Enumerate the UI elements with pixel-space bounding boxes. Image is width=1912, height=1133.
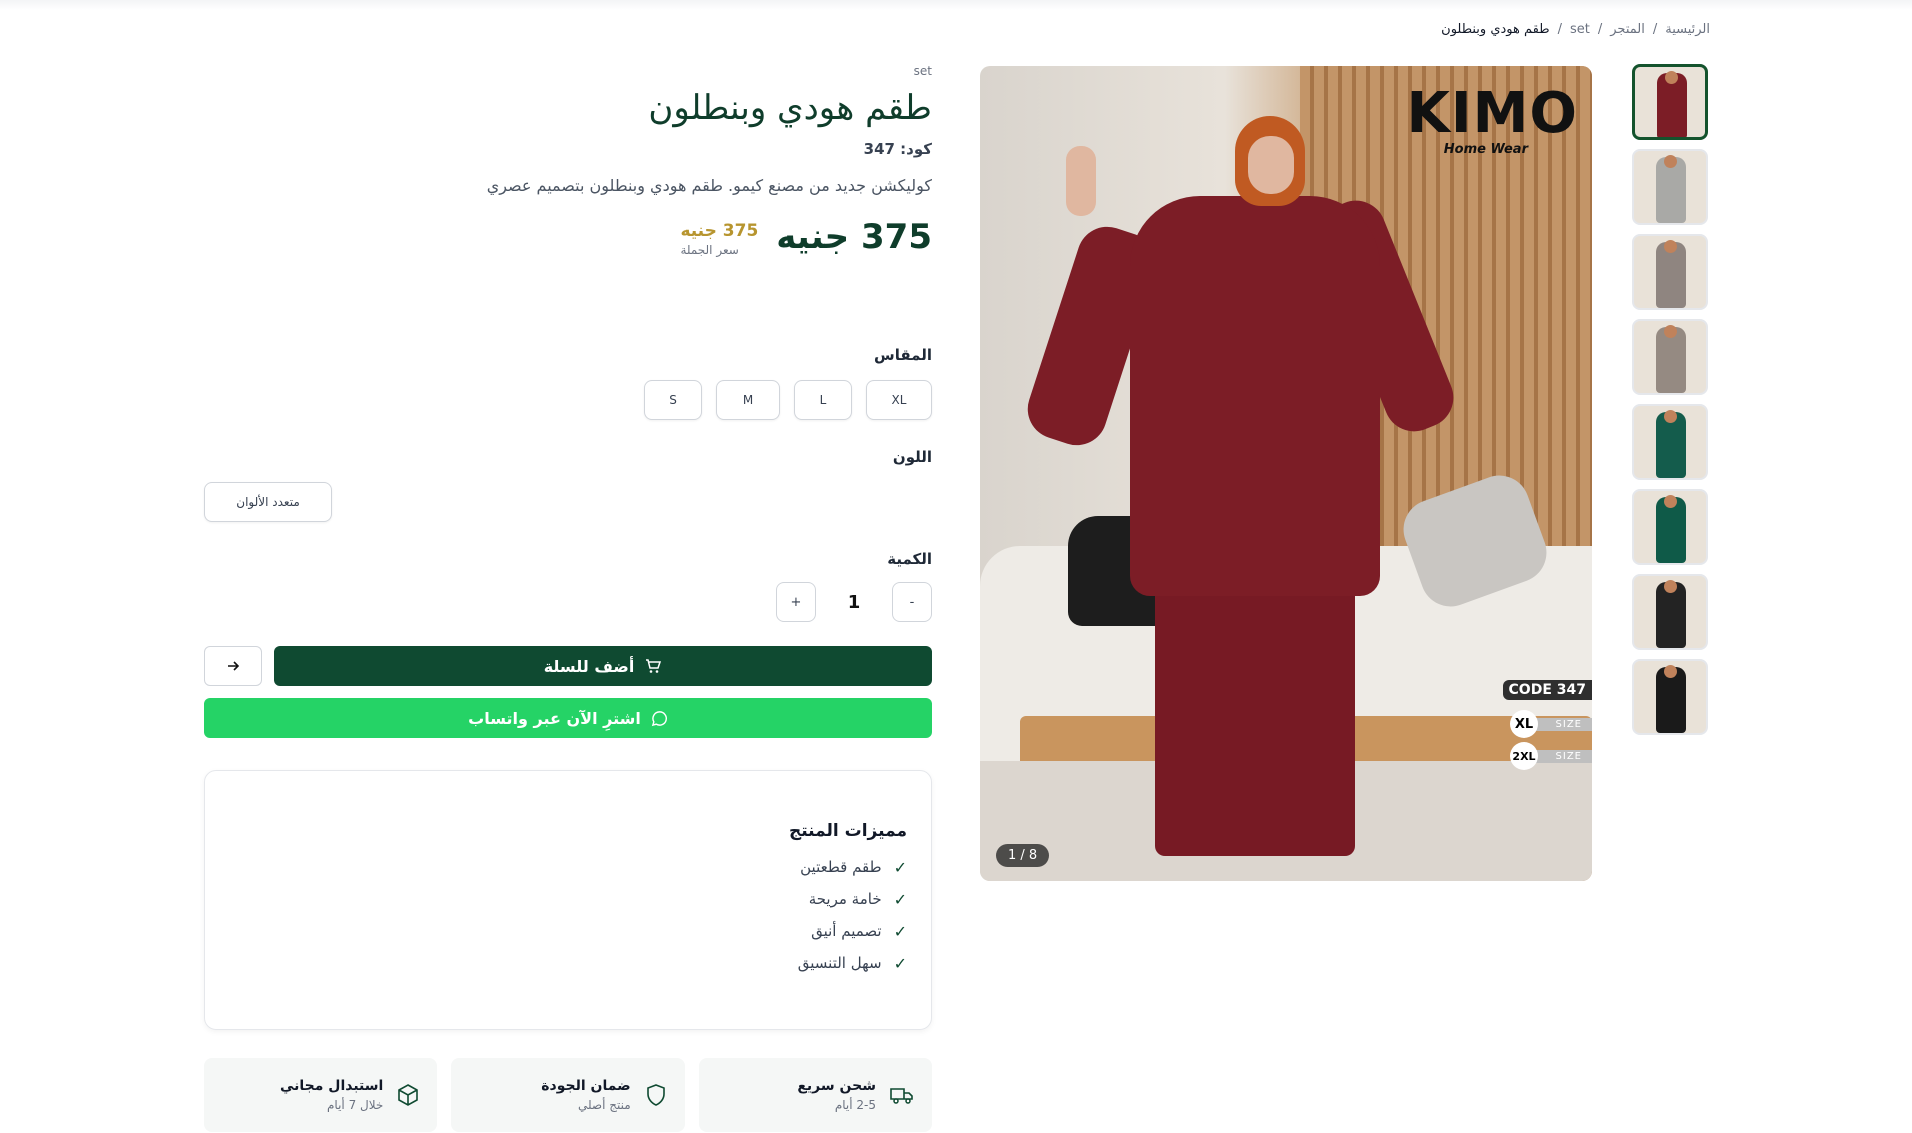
thumbnail[interactable] [1632,404,1708,480]
quantity-value[interactable]: 1 [838,592,870,613]
feature-item: ✓ سهل التنسيق [205,947,907,979]
breadcrumb-home[interactable]: الرئيسية [1665,22,1710,37]
quantity-decrease-button[interactable]: - [892,582,932,622]
check-icon: ✓ [893,953,907,973]
feature-item: ✓ تصميم أنيق [205,915,907,947]
size-circle-xl: XL [1510,710,1538,738]
product-price: 375 جنيه [776,217,932,257]
image-model-hand [1066,146,1096,216]
features-list: ✓ طقم قطعتين ✓ خامة مريحة ✓ تصميم أنيق ✓ سهل… [205,851,907,979]
perk-title: ضمان الجودة [541,1078,631,1094]
check-icon: ✓ [893,857,907,877]
feature-text: تصميم أنيق [811,922,882,940]
features-title: مميزات المنتج [788,821,907,841]
feature-text: خامة مريحة [808,890,882,908]
features-card: مميزات المنتج ✓ طقم قطعتين ✓ خامة مريحة ✓ ت… [204,770,932,1030]
thumbnail-head [1665,71,1678,84]
product-description: كوليكشن جديد من مصنع كيمو. طقم هودي وبنط… [486,176,932,195]
cart-icon [646,659,662,673]
size-option-xl[interactable]: XL [866,380,932,420]
size-label: المقاس [874,346,932,364]
shield-icon [646,1084,665,1106]
breadcrumb-category[interactable]: set [1570,22,1590,37]
main-product-image[interactable]: KIMO Home Wear CODE 347 SIZE XL SIZE 2XL… [980,66,1592,881]
size-option-s[interactable]: S [644,380,702,420]
thumbnail-head [1664,580,1677,593]
image-counter: 1 / 8 [996,844,1050,867]
header-shadow [0,0,1912,10]
perk-subtitle: منتج أصلي [577,1098,631,1112]
whatsapp-label: اشترِ الآن عبر واتساب [468,708,641,728]
price-row: 375 جنيه 375 جنيه سعر الجملة [204,217,932,257]
share-button[interactable] [204,646,262,686]
perk-title: شحن سريع [797,1078,876,1094]
thumbnail[interactable] [1632,319,1708,395]
product-title: طقم هودي وبنطلون [648,88,932,128]
thumbnail[interactable] [1632,64,1708,140]
wholesale-price-label: سعر الجملة [680,243,739,257]
truck-icon [890,1088,913,1104]
thumbnail[interactable] [1632,659,1708,735]
product-code: كود: 347 [863,140,932,158]
breadcrumb-separator: / [1652,22,1658,37]
breadcrumb-separator: / [1557,22,1562,37]
code-badge: CODE 347 [1502,680,1592,700]
check-icon: ✓ [893,921,907,941]
color-option-multicolor[interactable]: متعدد الألوان [204,482,332,522]
feature-item: ✓ خامة مريحة [205,883,907,915]
add-to-cart-button[interactable]: أضف للسلة [274,646,932,686]
size-option-m[interactable]: M [716,380,780,420]
thumbnail-head [1664,410,1677,423]
quantity-label: الكمية [887,550,932,568]
whatsapp-icon [651,710,667,726]
quantity-stepper: - 1 + [776,582,932,622]
color-label: اللون [892,448,932,466]
size-options: XL L M S [644,380,932,420]
check-icon: ✓ [893,889,907,909]
breadcrumb: الرئيسية / المتجر / set / طقم هودي وبنطل… [1441,22,1710,37]
image-model-face [1248,136,1294,194]
breadcrumb-shop[interactable]: المتجر [1610,22,1645,37]
feature-item: ✓ طقم قطعتين [205,851,907,883]
thumbnail-head [1664,325,1677,338]
color-options: متعدد الألوان [204,482,332,522]
product-category[interactable]: set [204,64,932,78]
product-info: set طقم هودي وبنطلون كود: 347 كوليكشن جد… [204,64,932,1132]
image-model-top [1130,196,1380,596]
perk-fast-shipping: شحن سريع 2-5 أيام [698,1058,932,1132]
whatsapp-buy-button[interactable]: اشترِ الآن عبر واتساب [204,698,932,738]
box-icon [398,1084,419,1106]
perks-row: شحن سريع 2-5 أيام ضمان الجودة منتج أصلي … [204,1058,932,1132]
thumbnail[interactable] [1632,149,1708,225]
thumbnail-list [1630,64,1710,744]
thumbnail[interactable] [1632,574,1708,650]
wholesale-price-value: 375 جنيه [680,221,759,241]
size-option-l[interactable]: L [794,380,852,420]
perk-title: استبدال مجاني [280,1078,384,1094]
image-model-pants [1155,586,1355,856]
thumbnail-head [1664,155,1677,168]
thumbnail[interactable] [1632,489,1708,565]
add-to-cart-label: أضف للسلة [543,656,635,676]
perk-subtitle: 2-5 أيام [834,1098,876,1112]
breadcrumb-separator: / [1597,22,1603,37]
size-circle-2xl: 2XL [1510,742,1538,770]
thumbnail-head [1664,495,1677,508]
brand-logo: KIMO Home Wear [1406,81,1578,158]
thumbnail[interactable] [1632,234,1708,310]
arrow-right-icon [228,661,240,671]
thumbnail-head [1664,665,1677,678]
perk-subtitle: خلال 7 أيام [327,1098,384,1112]
breadcrumb-current: طقم هودي وبنطلون [1441,22,1550,37]
thumbnail-head [1664,240,1677,253]
wholesale-price: 375 جنيه سعر الجملة [680,221,758,257]
perk-free-exchange: استبدال مجاني خلال 7 أيام [204,1058,438,1132]
perk-quality: ضمان الجودة منتج أصلي [451,1058,685,1132]
feature-text: طقم قطعتين [800,858,882,876]
feature-text: سهل التنسيق [797,954,882,972]
quantity-increase-button[interactable]: + [776,582,816,622]
